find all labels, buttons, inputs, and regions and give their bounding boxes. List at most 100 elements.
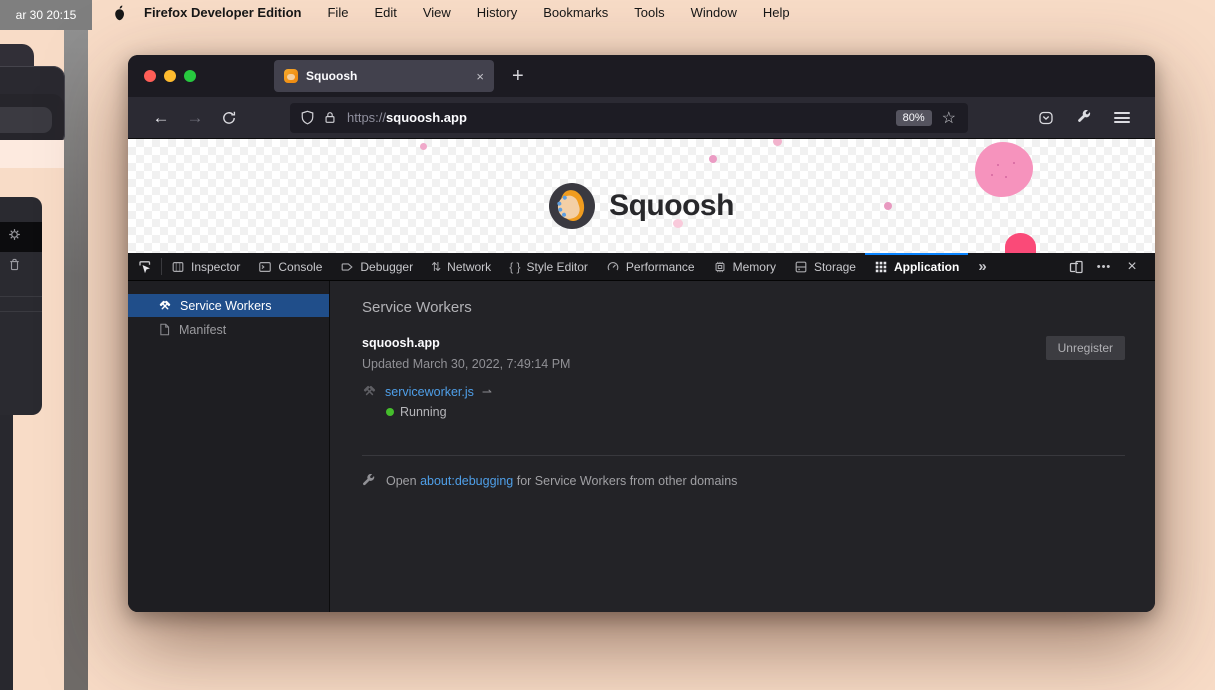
url-scheme: https:// (347, 110, 386, 125)
background-window-toolbar (0, 107, 52, 133)
squoosh-favicon (284, 69, 298, 83)
menu-history[interactable]: History (477, 5, 517, 20)
bookmark-star-icon[interactable]: ☆ (942, 108, 956, 128)
debugging-hint-text: Open about:debugging for Service Workers… (386, 474, 737, 488)
menu-window[interactable]: Window (691, 5, 737, 20)
menu-help[interactable]: Help (763, 5, 790, 20)
tab-bar: Squoosh × + (128, 55, 1155, 97)
background-sidebar-window (0, 197, 42, 415)
close-window-button[interactable] (144, 70, 156, 82)
node-picker-icon[interactable] (128, 259, 161, 275)
navigation-toolbar: ← → https://squoosh.app (128, 97, 1155, 139)
forward-button[interactable]: → (178, 108, 212, 128)
devtools-tab-bar: Inspector Console Debugger (128, 253, 1155, 281)
devtools-panel: Inspector Console Debugger (128, 253, 1155, 612)
pink-confetti-dot (673, 219, 683, 228)
devtools-tab-application[interactable]: Application (865, 253, 968, 281)
divider (0, 311, 42, 312)
braces-icon: { } (509, 260, 520, 274)
unregister-button[interactable]: Unregister (1046, 336, 1125, 360)
shield-icon[interactable] (300, 110, 315, 125)
devtools-close-icon[interactable]: × (1119, 258, 1145, 276)
worker-script-link[interactable]: serviceworker.js (385, 385, 474, 399)
network-icon: ⇅ (431, 260, 441, 274)
divider (362, 455, 1125, 456)
window-controls (144, 70, 196, 82)
worker-origin: squoosh.app (362, 336, 1125, 350)
menubar-app-name[interactable]: Firefox Developer Edition (144, 5, 301, 20)
tab-overflow-chevron-icon[interactable]: » (968, 258, 994, 275)
pink-confetti-dot (884, 202, 892, 210)
responsive-design-icon[interactable] (1063, 259, 1089, 275)
document-icon (158, 323, 171, 336)
background-trash-row (0, 252, 42, 282)
gear-icon (7, 227, 22, 247)
divider (0, 296, 42, 297)
url-text: https://squoosh.app (347, 110, 467, 125)
new-tab-button[interactable]: + (512, 65, 524, 88)
hammers-icon (362, 384, 377, 399)
url-bar[interactable]: https://squoosh.app 80% ☆ (290, 103, 968, 133)
menu-hamburger-icon[interactable] (1105, 110, 1139, 126)
menu-tools[interactable]: Tools (634, 5, 664, 20)
about-debugging-link[interactable]: about:debugging (420, 474, 513, 488)
tab-close-icon[interactable]: × (476, 69, 484, 84)
back-button[interactable]: ← (144, 108, 178, 128)
background-window-edge (64, 0, 88, 690)
sidebar-item-manifest[interactable]: Manifest (128, 318, 329, 341)
zoom-window-button[interactable] (184, 70, 196, 82)
devtools-tab-performance[interactable]: Performance (597, 253, 704, 281)
devtools-tab-storage[interactable]: Storage (785, 253, 865, 281)
devtools-tab-console[interactable]: Console (249, 253, 331, 281)
wrench-icon (362, 474, 376, 488)
firefox-window: Squoosh × + ← → (128, 55, 1155, 612)
pink-confetti-dot (773, 139, 782, 146)
url-domain: squoosh.app (386, 110, 467, 125)
application-sidebar: Service Workers Manifest (128, 281, 330, 612)
storage-icon (794, 260, 808, 274)
browser-tab-squoosh[interactable]: Squoosh × (274, 60, 494, 92)
devtools-tab-memory[interactable]: Memory (704, 253, 785, 281)
devtools-options-icon[interactable]: ••• (1091, 261, 1117, 273)
pink-confetti-dot (420, 143, 427, 150)
squoosh-logo-icon (549, 183, 595, 229)
panel-title: Service Workers (362, 299, 1125, 316)
pocket-icon[interactable] (1029, 110, 1063, 126)
devtools-wrench-icon[interactable] (1067, 110, 1101, 125)
menu-file[interactable]: File (327, 5, 348, 20)
hammers-icon (158, 299, 172, 313)
worker-status-label: Running (400, 405, 447, 419)
macos-menubar: Firefox Developer Edition File Edit View… (0, 0, 1215, 25)
minimize-window-button[interactable] (164, 70, 176, 82)
sidebar-item-service-workers[interactable]: Service Workers (128, 294, 329, 317)
menu-view[interactable]: View (423, 5, 451, 20)
page-content: Squoosh (128, 139, 1155, 253)
menu-bookmarks[interactable]: Bookmarks (543, 5, 608, 20)
menu-edit[interactable]: Edit (374, 5, 396, 20)
background-gear-row (0, 222, 42, 252)
devtools-toolbar-right: ••• × (1063, 258, 1155, 276)
jump-to-source-icon[interactable]: ⇀ (482, 385, 492, 399)
reload-button[interactable] (212, 110, 246, 126)
console-icon (258, 260, 272, 274)
pink-confetti-dot (709, 155, 717, 163)
devtools-tab-network[interactable]: ⇅ Network (422, 253, 500, 281)
debugging-hint-row: Open about:debugging for Service Workers… (362, 474, 1125, 488)
devtools-tab-inspector[interactable]: Inspector (162, 253, 249, 281)
devtools-tab-debugger[interactable]: Debugger (331, 253, 422, 281)
apple-menu-icon[interactable] (113, 5, 126, 21)
devtools-tab-style-editor[interactable]: { } Style Editor (500, 253, 597, 281)
squoosh-wordmark: Squoosh (609, 189, 734, 223)
service-workers-panel: Service Workers squoosh.app Updated Marc… (330, 281, 1155, 612)
worker-status-row: Running (386, 405, 1125, 419)
tab-title: Squoosh (306, 69, 468, 83)
lock-icon[interactable] (323, 110, 337, 125)
app-grid-icon (874, 260, 888, 274)
performance-icon (606, 260, 620, 274)
zoom-level-badge[interactable]: 80% (896, 110, 932, 126)
background-window-strip (0, 140, 64, 168)
inspector-icon (171, 260, 185, 274)
worker-script-row: serviceworker.js ⇀ (362, 384, 1125, 399)
memory-chip-icon (713, 260, 727, 274)
worker-updated-timestamp: Updated March 30, 2022, 7:49:14 PM (362, 357, 1125, 371)
